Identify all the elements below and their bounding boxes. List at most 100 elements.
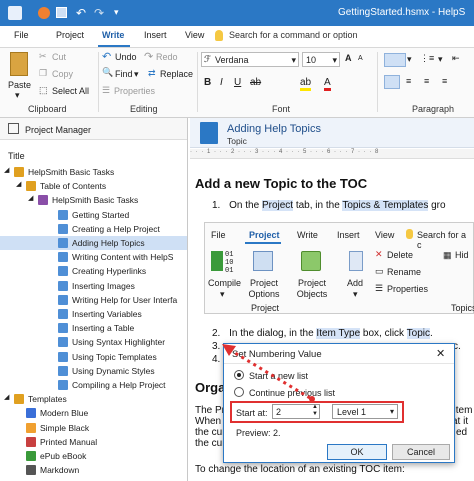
tree-item[interactable]: Inserting Variables bbox=[0, 307, 187, 321]
topic-page-icon bbox=[58, 351, 68, 362]
tree-item[interactable]: ◢ Table of Contents bbox=[0, 179, 187, 193]
chevron-down-icon[interactable]: ▾ bbox=[407, 54, 412, 65]
add-label: Add bbox=[347, 278, 364, 288]
project-objects-icon bbox=[301, 251, 321, 271]
tree-item[interactable]: Creating a Help Project bbox=[0, 222, 187, 236]
highlight-icon[interactable]: ab bbox=[300, 77, 312, 91]
copy-button[interactable]: Copy bbox=[52, 69, 73, 79]
radio-continue-label[interactable]: Continue previous list bbox=[249, 388, 335, 398]
project-link[interactable]: Project bbox=[261, 200, 294, 211]
step-text: tab, in the bbox=[293, 200, 343, 211]
expand-chevron-icon[interactable]: ◢ bbox=[4, 166, 9, 174]
bold-icon[interactable]: B bbox=[204, 77, 211, 88]
step-1: 1. On the Project tab, in the Topics & T… bbox=[212, 200, 446, 211]
expand-chevron-icon[interactable]: ◢ bbox=[16, 180, 21, 188]
numbering-icon[interactable]: ⋮≡ bbox=[420, 53, 434, 64]
project-objects-label: Project Objects bbox=[296, 278, 328, 299]
customize-icon[interactable]: ▾ bbox=[114, 7, 119, 18]
annotation-highlight-box bbox=[230, 401, 404, 423]
chevron-down-icon[interactable]: ▾ bbox=[438, 54, 443, 65]
tab-insert[interactable]: Insert bbox=[144, 30, 167, 40]
add-icon bbox=[349, 251, 363, 271]
tree-item[interactable]: Modern Blue bbox=[0, 406, 187, 420]
topic-subtitle: Topic bbox=[227, 136, 247, 146]
tree-item[interactable]: Printed Manual bbox=[0, 435, 187, 449]
tree-item-label: Writing Help for User Interfa bbox=[72, 294, 178, 305]
justify-icon[interactable]: ≡ bbox=[442, 76, 447, 86]
tab-view[interactable]: View bbox=[185, 30, 204, 40]
tree-item[interactable]: Inserting a Table bbox=[0, 321, 187, 335]
shrink-font-icon[interactable]: A bbox=[358, 55, 363, 62]
italic-icon[interactable]: I bbox=[220, 77, 223, 88]
cut-button[interactable]: Cut bbox=[52, 52, 66, 62]
tree-item[interactable]: Using Topic Templates bbox=[0, 350, 187, 364]
tree-item[interactable]: Inserting Images bbox=[0, 279, 187, 293]
column-title[interactable]: Title bbox=[8, 151, 25, 161]
tree-item[interactable]: ePub eBook bbox=[0, 449, 187, 463]
undo-quick-icon[interactable]: ↶ bbox=[76, 6, 86, 20]
align-right-icon[interactable]: ≡ bbox=[424, 76, 429, 86]
outdent-icon[interactable]: ⇤ bbox=[452, 53, 460, 64]
hide-icon: ▦ bbox=[443, 250, 452, 260]
radio-continue[interactable] bbox=[234, 387, 244, 397]
underline-icon[interactable]: U bbox=[234, 77, 241, 88]
tab-project[interactable]: Project bbox=[56, 30, 84, 40]
replace-button[interactable]: Replace bbox=[160, 69, 193, 79]
tree-item[interactable]: Compiling a Help Project bbox=[0, 378, 187, 392]
topics-templates-link[interactable]: Topics & Templates bbox=[342, 200, 429, 211]
compile-dropdown-icon: ▾ bbox=[220, 289, 225, 299]
properties-button[interactable]: Properties bbox=[114, 86, 155, 96]
tree-item[interactable]: Creating Hyperlinks bbox=[0, 264, 187, 278]
font-size-field[interactable]: 10 ▾ bbox=[302, 52, 340, 67]
item-type-link[interactable]: Item Type bbox=[316, 328, 361, 339]
tree-item-label: ePub eBook bbox=[40, 451, 87, 461]
tree-item[interactable]: Writing Help for User Interfa bbox=[0, 293, 187, 307]
tree-item[interactable]: Getting Started bbox=[0, 208, 187, 222]
paste-button[interactable]: Paste bbox=[8, 80, 31, 90]
select-all-button[interactable]: Select All bbox=[52, 86, 89, 96]
font-color-icon[interactable]: A bbox=[324, 77, 331, 91]
tree-item[interactable]: Markdown bbox=[0, 463, 187, 477]
bullets-icon[interactable] bbox=[384, 53, 406, 67]
emb-tab-insert: Insert bbox=[337, 230, 360, 240]
tree-item[interactable]: Using Dynamic Styles bbox=[0, 364, 187, 378]
quick-access-icon[interactable] bbox=[38, 7, 50, 19]
align-center-icon[interactable]: ≡ bbox=[406, 76, 411, 86]
project-options-label: Project Options bbox=[248, 278, 280, 299]
strikethrough-icon[interactable]: ab bbox=[250, 77, 261, 88]
ok-button[interactable]: OK bbox=[327, 444, 387, 460]
step-text: . bbox=[430, 328, 433, 339]
redo-button[interactable]: Redo bbox=[156, 52, 178, 62]
tree-item[interactable]: Simple Black bbox=[0, 421, 187, 435]
undo-button[interactable]: Undo bbox=[115, 52, 137, 62]
tree-item[interactable]: ◢ Templates bbox=[0, 392, 187, 406]
tree-item[interactable]: Writing Content with HelpS bbox=[0, 250, 187, 264]
font-name-field[interactable]: ℱ Verdana ▾ bbox=[201, 52, 299, 67]
radio-new-list-label[interactable]: Start a new list bbox=[249, 371, 308, 381]
topic-link[interactable]: Topic bbox=[406, 328, 431, 339]
folder-icon bbox=[14, 394, 24, 405]
clipboard-icon bbox=[10, 52, 28, 76]
find-dropdown-icon[interactable]: ▾ bbox=[134, 69, 139, 80]
tab-file[interactable]: File bbox=[14, 30, 29, 40]
expand-chevron-icon[interactable]: ◢ bbox=[28, 194, 33, 202]
folder-icon bbox=[26, 422, 36, 433]
step-3-number: 3. bbox=[212, 341, 221, 352]
radio-new-list[interactable] bbox=[234, 370, 244, 380]
chevron-down-icon: ▾ bbox=[291, 55, 296, 65]
redo-quick-icon[interactable]: ↷ bbox=[94, 6, 104, 20]
tab-write[interactable]: Write bbox=[102, 30, 124, 40]
align-left-icon[interactable] bbox=[384, 75, 400, 89]
expand-chevron-icon[interactable]: ◢ bbox=[4, 393, 9, 401]
tree-item[interactable]: Adding Help Topics bbox=[0, 236, 187, 250]
close-icon[interactable]: ✕ bbox=[436, 347, 445, 360]
find-button[interactable]: Find bbox=[115, 69, 133, 79]
tree-item[interactable]: ◢ HelpSmith Basic Tasks bbox=[0, 165, 187, 179]
tree-item[interactable]: Using Syntax Highlighter bbox=[0, 335, 187, 349]
save-icon[interactable] bbox=[56, 7, 67, 18]
cancel-button[interactable]: Cancel bbox=[392, 444, 450, 460]
tree-item[interactable]: ◢ HelpSmith Basic Tasks bbox=[0, 193, 187, 207]
command-search[interactable]: Search for a command or option bbox=[229, 30, 358, 40]
grow-font-icon[interactable]: A bbox=[345, 53, 352, 63]
paste-dropdown-icon[interactable]: ▾ bbox=[15, 90, 20, 101]
